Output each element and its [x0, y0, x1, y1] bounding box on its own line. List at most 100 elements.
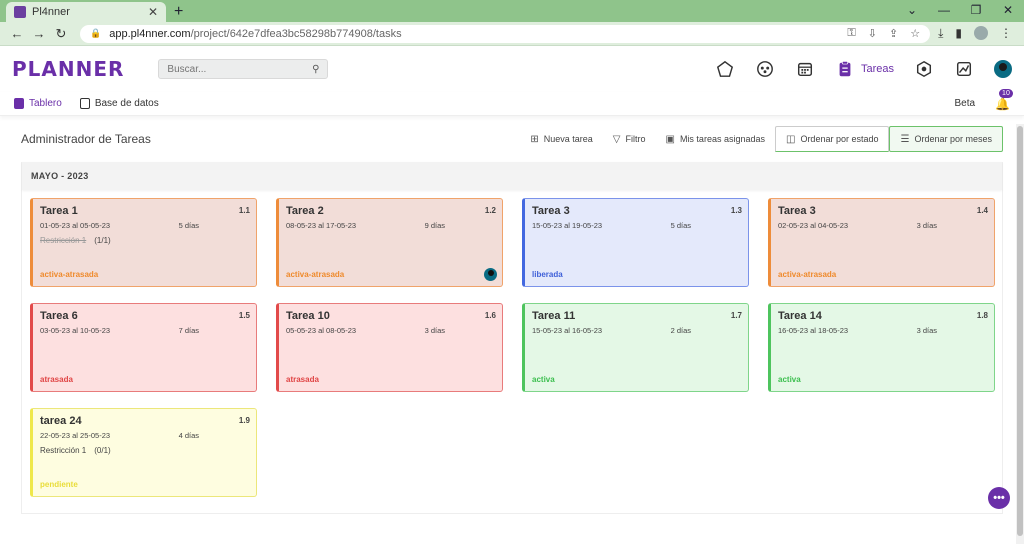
forward-button[interactable]: →: [28, 26, 50, 41]
key-icon[interactable]: ⚿: [847, 27, 855, 40]
my-tasks-icon: ▣: [665, 133, 675, 145]
nav-tareas[interactable]: Tareas: [835, 59, 894, 79]
task-code: 1.4: [976, 206, 988, 215]
task-card[interactable]: Tarea 1 1.1 01-05-23 al 05-05-23 5 días Rest…: [30, 198, 257, 287]
task-status: activa-atrasada: [778, 270, 837, 279]
sort-by-status-button[interactable]: ◫ Ordenar por estado: [774, 126, 890, 152]
task-card[interactable]: Tarea 3 1.3 15-05-23 al 19-05-23 5 días libe…: [522, 198, 749, 287]
task-card[interactable]: tarea 24 1.9 22-05-23 al 25-05-23 4 días Res…: [30, 408, 257, 497]
chevron-down-icon[interactable]: ⌄: [896, 0, 928, 20]
app-logo[interactable]: PLANNER: [12, 57, 124, 81]
restore-button[interactable]: ❐: [960, 0, 992, 20]
task-board: MAYO - 2023 Tarea 1 1.1 01-05-23 al 05-05-…: [21, 162, 1003, 514]
search-input[interactable]: [167, 63, 313, 75]
task-restriction[interactable]: Restricción 1 (1/1): [40, 236, 249, 245]
profile-icon[interactable]: [974, 26, 988, 40]
user-avatar[interactable]: [994, 60, 1012, 78]
pentagon-icon[interactable]: [715, 59, 735, 79]
filter-button[interactable]: ▽ Filtro: [603, 126, 656, 152]
install-icon[interactable]: ⇩: [868, 27, 877, 40]
tab-tablero[interactable]: Tablero: [14, 98, 62, 109]
sort-by-month-button[interactable]: ☰ Ordenar por meses: [889, 126, 1003, 152]
sidepanel-icon[interactable]: ▮: [955, 26, 962, 41]
notifications-button[interactable]: 🔔 10: [995, 88, 1013, 111]
task-duration: 2 días: [670, 326, 691, 335]
task-status: activa: [778, 375, 801, 384]
task-dates: 02-05-23 al 04-05-23: [778, 221, 849, 230]
download-icon[interactable]: ⤓: [938, 26, 943, 41]
page-title: Administrador de Tareas: [21, 132, 151, 146]
tab-title: Pl4nner: [32, 6, 70, 18]
minimize-button[interactable]: —: [928, 0, 960, 20]
task-status: activa-atrasada: [40, 270, 99, 279]
calendar-icon[interactable]: [795, 59, 815, 79]
task-dates-row: 03-05-23 al 10-05-23 7 días: [40, 326, 249, 335]
task-code: 1.5: [238, 311, 250, 320]
sub-nav: Tablero Base de datos Beta 🔔 10: [0, 88, 1024, 116]
task-name: tarea 24: [40, 415, 82, 427]
task-card[interactable]: Tarea 6 1.5 03-05-23 al 10-05-23 7 días atra…: [30, 303, 257, 392]
browser-tabbar: Pl4nner ✕ + ⌄ — ❐ ✕: [0, 0, 1024, 22]
task-name: Tarea 1: [40, 205, 78, 217]
task-card[interactable]: Tarea 10 1.6 05-05-23 al 08-05-23 3 días atr…: [276, 303, 503, 392]
hexagon-icon[interactable]: [914, 59, 934, 79]
task-dates: 03-05-23 al 10-05-23: [40, 326, 111, 335]
nav-tareas-label: Tareas: [860, 63, 894, 75]
back-button[interactable]: ←: [6, 26, 28, 41]
my-tasks-button[interactable]: ▣ Mis tareas asignadas: [655, 126, 775, 152]
lock-icon[interactable]: 🔒: [90, 28, 101, 39]
scrollbar[interactable]: [1016, 124, 1024, 544]
task-card[interactable]: Tarea 2 1.2 08-05-23 al 17-05-23 9 días acti…: [276, 198, 503, 287]
search-icon[interactable]: ⚲: [312, 64, 319, 75]
favicon-icon: [14, 6, 26, 18]
chart-icon[interactable]: [954, 59, 974, 79]
task-duration: 4 días: [178, 431, 199, 440]
task-restriction[interactable]: Restricción 1 (0/1): [40, 446, 249, 455]
task-name: Tarea 3: [532, 205, 570, 217]
task-card[interactable]: Tarea 3 1.4 02-05-23 al 04-05-23 3 días acti…: [768, 198, 995, 287]
task-status: liberada: [532, 270, 563, 279]
clipboard-icon: [835, 59, 855, 79]
task-card[interactable]: Tarea 14 1.8 16-05-23 al 18-05-23 3 días act…: [768, 303, 995, 392]
close-window-button[interactable]: ✕: [992, 0, 1024, 20]
task-card[interactable]: Tarea 11 1.7 15-05-23 al 16-05-23 2 días act…: [522, 303, 749, 392]
main-content: Administrador de Tareas ⊞ Nueva tarea ▽ …: [0, 116, 1024, 514]
new-task-button[interactable]: ⊞ Nueva tarea: [520, 126, 602, 152]
url-path: /project/642e7dfea3bc58298b774908/tasks: [190, 27, 402, 40]
browser-tab[interactable]: Pl4nner ✕: [6, 2, 166, 22]
more-options-button[interactable]: •••: [988, 487, 1010, 509]
task-dates-row: 01-05-23 al 05-05-23 5 días: [40, 221, 249, 230]
task-dates-row: 15-05-23 al 19-05-23 5 días: [532, 221, 741, 230]
columns-icon: ◫: [785, 133, 796, 145]
task-duration: 3 días: [916, 221, 937, 230]
star-icon[interactable]: ☆: [910, 27, 920, 40]
tab-base-de-datos[interactable]: Base de datos: [79, 98, 159, 109]
share-icon[interactable]: ⇪: [889, 27, 898, 40]
task-duration: 3 días: [916, 326, 937, 335]
menu-icon[interactable]: ⋮: [1000, 26, 1012, 41]
task-dates-row: 05-05-23 al 08-05-23 3 días: [286, 326, 495, 335]
top-nav: Tareas: [715, 59, 1012, 79]
task-dates-row: 16-05-23 al 18-05-23 3 días: [778, 326, 987, 335]
task-status: pendiente: [40, 480, 78, 489]
reload-button[interactable]: ↻: [50, 26, 72, 42]
restriction-count: (0/1): [94, 446, 111, 455]
url-field[interactable]: 🔒 app.pl4nner.com /project/642e7dfea3bc5…: [80, 24, 931, 43]
task-toolbar: Administrador de Tareas ⊞ Nueva tarea ▽ …: [21, 116, 1003, 162]
task-name: Tarea 10: [286, 310, 330, 322]
task-name: Tarea 2: [286, 205, 324, 217]
close-tab-icon[interactable]: ✕: [148, 5, 158, 19]
assignee-avatar[interactable]: [484, 268, 497, 281]
task-status: activa: [532, 375, 555, 384]
scrollbar-thumb[interactable]: [1017, 126, 1023, 536]
new-tab-button[interactable]: +: [174, 2, 183, 22]
search-box[interactable]: ⚲: [158, 59, 329, 79]
task-code: 1.6: [484, 311, 496, 320]
task-code: 1.2: [484, 206, 496, 215]
bell-icon: 🔔: [995, 96, 1010, 111]
task-dates-row: 22-05-23 al 25-05-23 4 días: [40, 431, 249, 440]
task-duration: 3 días: [424, 326, 445, 335]
team-icon[interactable]: [755, 59, 775, 79]
restriction-label: Restricción 1: [40, 446, 87, 455]
task-name: Tarea 6: [40, 310, 78, 322]
